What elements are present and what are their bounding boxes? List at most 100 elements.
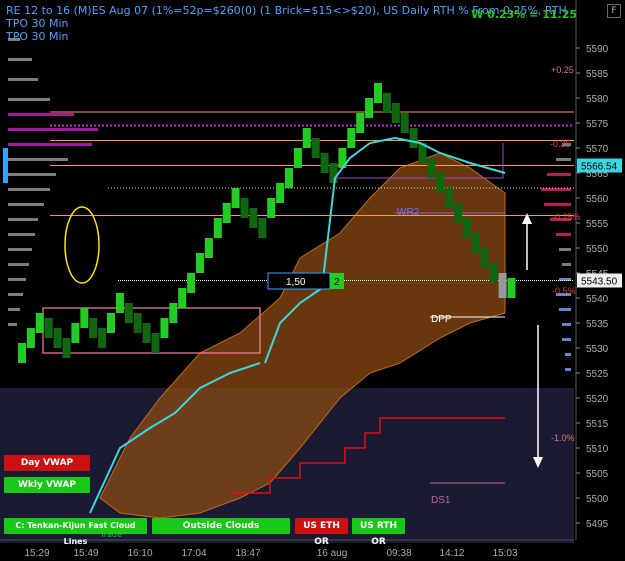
y-tick-label: 5575 bbox=[586, 119, 609, 130]
x-tick-label: 14:12 bbox=[439, 548, 464, 559]
renko-chart: 5495 5500 5505 5510 5515 5520 5525 5530 5535 5540… bbox=[0, 0, 625, 561]
y-tick-label: 5585 bbox=[586, 69, 609, 80]
renko-brick bbox=[382, 93, 391, 113]
renko-brick bbox=[222, 203, 231, 223]
y-tick-label: 5535 bbox=[586, 319, 609, 330]
ratio-value: 1,50 bbox=[286, 277, 306, 288]
renko-brick bbox=[293, 148, 302, 168]
us-eth-or-button[interactable]: US ETH OR bbox=[295, 518, 348, 547]
renko-brick bbox=[124, 303, 133, 323]
tpo-profile-left-bar bbox=[8, 308, 20, 311]
tpo-profile-left-bar bbox=[8, 78, 38, 81]
renko-brick bbox=[285, 168, 293, 188]
renko-brick bbox=[409, 128, 418, 148]
y-tick-label: 5550 bbox=[586, 244, 609, 255]
renko-brick bbox=[400, 113, 409, 133]
wkly-vwap-button[interactable]: Wkly VWAP bbox=[4, 477, 90, 493]
tpo-profile-right-bar bbox=[562, 323, 571, 326]
price-tag-upper: 5566.54 bbox=[581, 162, 618, 173]
renko-brick bbox=[471, 233, 480, 253]
y-tick-label: 5520 bbox=[586, 394, 609, 405]
y-tick-label: 5580 bbox=[586, 94, 609, 105]
renko-brick bbox=[213, 218, 222, 238]
y-tick-label: 5525 bbox=[586, 369, 609, 380]
renko-brick bbox=[169, 303, 178, 323]
y-tick-label: 5515 bbox=[586, 419, 609, 430]
cloud-lines-button[interactable]: C: Tenkan-Kijun Fast Cloud Lines bbox=[4, 518, 147, 546]
tpo-profile-right-bar bbox=[547, 173, 571, 176]
renko-brick bbox=[240, 198, 249, 218]
y-tick-label: 5495 bbox=[586, 519, 609, 530]
renko-brick bbox=[178, 288, 187, 308]
renko-brick bbox=[347, 128, 356, 148]
renko-brick bbox=[329, 163, 338, 183]
renko-brick bbox=[276, 183, 285, 203]
y-tick-label: 5530 bbox=[586, 344, 609, 355]
renko-brick bbox=[115, 293, 124, 313]
y-tick-label: 5540 bbox=[586, 294, 609, 305]
renko-brick bbox=[35, 313, 44, 333]
renko-brick bbox=[427, 158, 436, 178]
tpo-profile-left-bar bbox=[8, 188, 50, 191]
pct-label-up: +0.25 bbox=[551, 65, 574, 75]
y-tick-label: 5510 bbox=[586, 444, 609, 455]
renko-brick bbox=[80, 308, 89, 328]
renko-brick bbox=[436, 173, 445, 193]
renko-brick bbox=[374, 83, 382, 103]
y-tick-label: 5505 bbox=[586, 469, 609, 480]
renko-brick bbox=[365, 98, 374, 118]
dpp-label: DPP bbox=[431, 314, 452, 325]
renko-brick bbox=[71, 323, 80, 343]
renko-brick bbox=[267, 198, 276, 218]
renko-brick bbox=[445, 188, 454, 208]
us-rth-or-button[interactable]: US RTH OR bbox=[352, 518, 405, 547]
renko-brick-ghost bbox=[498, 273, 507, 298]
renko-brick bbox=[107, 313, 115, 333]
tpo-profile-right-bar bbox=[559, 248, 571, 251]
renko-brick bbox=[151, 333, 160, 353]
y-tick-label: 5570 bbox=[586, 144, 609, 155]
tpo-profile-left-bar bbox=[8, 58, 32, 61]
tpo-profile-right-bar bbox=[565, 353, 571, 356]
tpo-profile-left-bar bbox=[8, 263, 29, 266]
renko-brick bbox=[196, 253, 204, 273]
y-tick-label: 5555 bbox=[586, 219, 609, 230]
price-tag-lower: 5543.50 bbox=[581, 277, 618, 288]
tpo-profile-left-bar bbox=[8, 98, 50, 101]
tpo-profile-right-bar bbox=[559, 308, 571, 311]
x-tick-label: 16:10 bbox=[127, 548, 152, 559]
pct-label-minus2: -0.25% bbox=[552, 212, 581, 222]
pct-label-down-big: -1.0% bbox=[551, 433, 575, 443]
renko-brick bbox=[160, 318, 169, 338]
ds1-label: DS1 bbox=[431, 495, 451, 506]
tpo-profile-right-bar bbox=[556, 158, 571, 161]
renko-brick bbox=[258, 218, 267, 238]
day-vwap-button[interactable]: Day VWAP bbox=[4, 455, 90, 471]
renko-brick bbox=[302, 128, 311, 148]
renko-brick bbox=[507, 278, 516, 298]
renko-brick bbox=[454, 203, 463, 223]
tpo-profile-left-bar bbox=[8, 158, 68, 161]
renko-brick bbox=[320, 153, 329, 173]
tpo-profile-right-bar bbox=[562, 338, 571, 341]
tpo-profile-right-bar bbox=[544, 203, 571, 206]
renko-brick bbox=[53, 328, 62, 348]
wr2-label: WR2 bbox=[397, 207, 420, 218]
chart-corner-icon[interactable]: F bbox=[607, 4, 621, 18]
header-line-2: TPO 30 Min bbox=[6, 30, 69, 43]
x-tick-label: 15:29 bbox=[24, 548, 49, 559]
tpo-profile-right-bar bbox=[565, 368, 571, 371]
tpo-profile-left-bar bbox=[8, 173, 56, 176]
renko-brick bbox=[44, 318, 53, 338]
tpo-profile-left-bar bbox=[8, 203, 44, 206]
tpo-profile-left-bar bbox=[8, 113, 74, 116]
tpo-profile-right-bar bbox=[562, 263, 571, 266]
outside-clouds-button[interactable]: Outside Clouds bbox=[152, 518, 290, 534]
pct-label-down: -0.5% bbox=[552, 286, 576, 296]
tpo-profile-left-bar bbox=[8, 248, 32, 251]
tpo-profile-left-bar bbox=[8, 323, 17, 326]
renko-brick bbox=[98, 328, 107, 348]
renko-brick bbox=[391, 103, 400, 123]
renko-brick bbox=[133, 313, 142, 333]
tpo-profile-right-bar bbox=[556, 233, 571, 236]
